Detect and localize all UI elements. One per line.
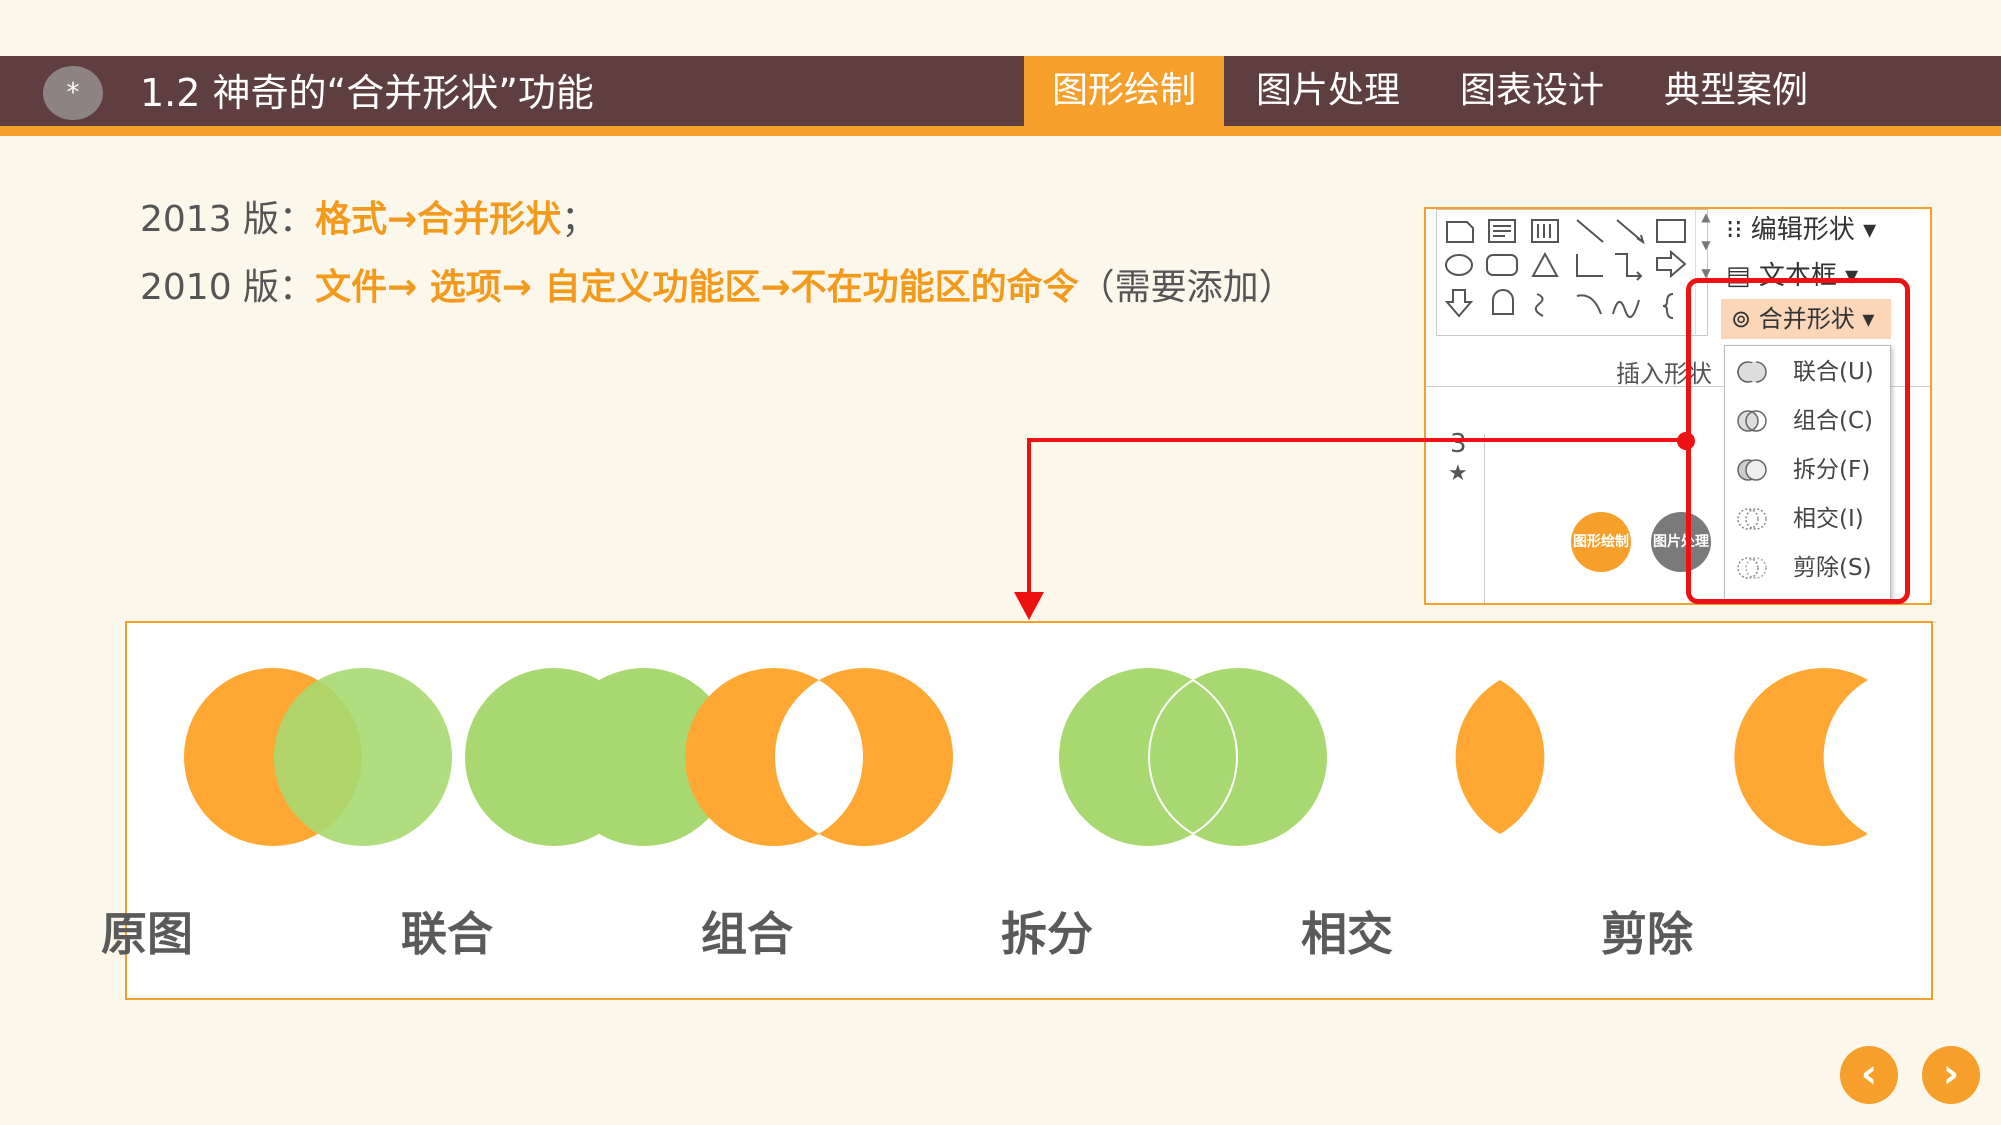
page-title: 1.2 神奇的“合并形状”功能: [140, 71, 594, 115]
rounded-rect-icon: [1486, 254, 1518, 276]
freeform-icon: [1612, 299, 1640, 319]
demo-label-subtract: 剪除: [1601, 907, 1693, 961]
fragment-shape: [1059, 668, 1327, 846]
merge-shapes-highlight-box: [1686, 278, 1910, 604]
edit-shape-icon: ⁝⁝: [1726, 215, 1751, 245]
annotation-line-vertical: [1027, 438, 1031, 595]
tab-image-processing[interactable]: 图片处理: [1228, 56, 1428, 126]
snip-rect-icon: [1446, 221, 1474, 243]
instruction-2010-prefix: 2010 版：: [140, 267, 316, 308]
annotation-line-horizontal: [1027, 438, 1687, 442]
prev-slide-button[interactable]: ‹: [1840, 1046, 1898, 1104]
tab-chart-design[interactable]: 图表设计: [1432, 56, 1632, 126]
instruction-2010: 2010 版：文件→ 选项→ 自定义功能区→不在功能区的命令（需要添加）: [140, 258, 1295, 310]
arc-icon: [1576, 294, 1602, 315]
slide-star-icon: ★: [1448, 461, 1468, 486]
instruction-2013-suffix: ；: [561, 199, 598, 240]
elbow-connector-icon: [1576, 254, 1603, 277]
next-slide-button[interactable]: ›: [1922, 1046, 1980, 1104]
intersect-shape: [1455, 680, 1545, 834]
shapes-gallery[interactable]: ▲ ▼ ▼: [1436, 209, 1711, 336]
arrow-line-icon: [1616, 219, 1645, 245]
chord-icon: [1492, 289, 1514, 315]
instruction-2013: 2013 版：格式→合并形状；: [140, 190, 597, 242]
subtract-shape: [1734, 668, 1868, 846]
original-green-circle: [274, 668, 452, 846]
demo-label-fragment: 拆分: [1001, 907, 1093, 961]
mini-circle-shape-drawing: 图形绘制: [1571, 512, 1631, 572]
right-arrow-icon: [1656, 249, 1687, 279]
combine-shape: [685, 668, 954, 846]
oval-icon: [1445, 254, 1473, 276]
instruction-2010-suffix: （需要添加）: [1078, 267, 1295, 308]
brace-icon: [1662, 293, 1674, 319]
edit-shape-command[interactable]: ⁝⁝ 编辑形状 ▾: [1726, 209, 1876, 246]
instruction-2010-path: 文件→ 选项→ 自定义功能区→不在功能区的命令: [315, 267, 1079, 308]
tab-typical-cases[interactable]: 典型案例: [1636, 56, 1836, 126]
tab-shape-drawing[interactable]: 图形绘制: [1024, 56, 1224, 126]
header-accent-line: [0, 126, 2001, 136]
line-icon: [1576, 219, 1604, 243]
instruction-2013-path: 格式→合并形状: [315, 199, 562, 240]
demo-label-intersect: 相交: [1301, 907, 1393, 961]
down-arrow-icon: [1444, 289, 1474, 318]
shapes-gallery-icons: [1444, 219, 1687, 319]
slide-number: 3: [1450, 429, 1467, 459]
triangle-icon: [1531, 251, 1559, 277]
edit-shape-label: 编辑形状: [1750, 215, 1855, 245]
annotation-dot: [1677, 432, 1695, 450]
instruction-2013-prefix: 2013 版：: [140, 199, 316, 240]
slide-edge: [1484, 434, 1485, 603]
demo-label-combine: 组合: [701, 907, 793, 961]
curve-icon: [1534, 293, 1544, 317]
elbow-arrow-icon: [1615, 253, 1643, 281]
annotation-arrowhead: [1014, 592, 1044, 620]
demo-label-union: 联合: [401, 907, 493, 961]
original-shapes: [184, 668, 452, 846]
section-badge: *: [43, 66, 103, 120]
rectangle-icon: [1656, 219, 1686, 243]
demo-label-original: 原图: [101, 907, 193, 961]
